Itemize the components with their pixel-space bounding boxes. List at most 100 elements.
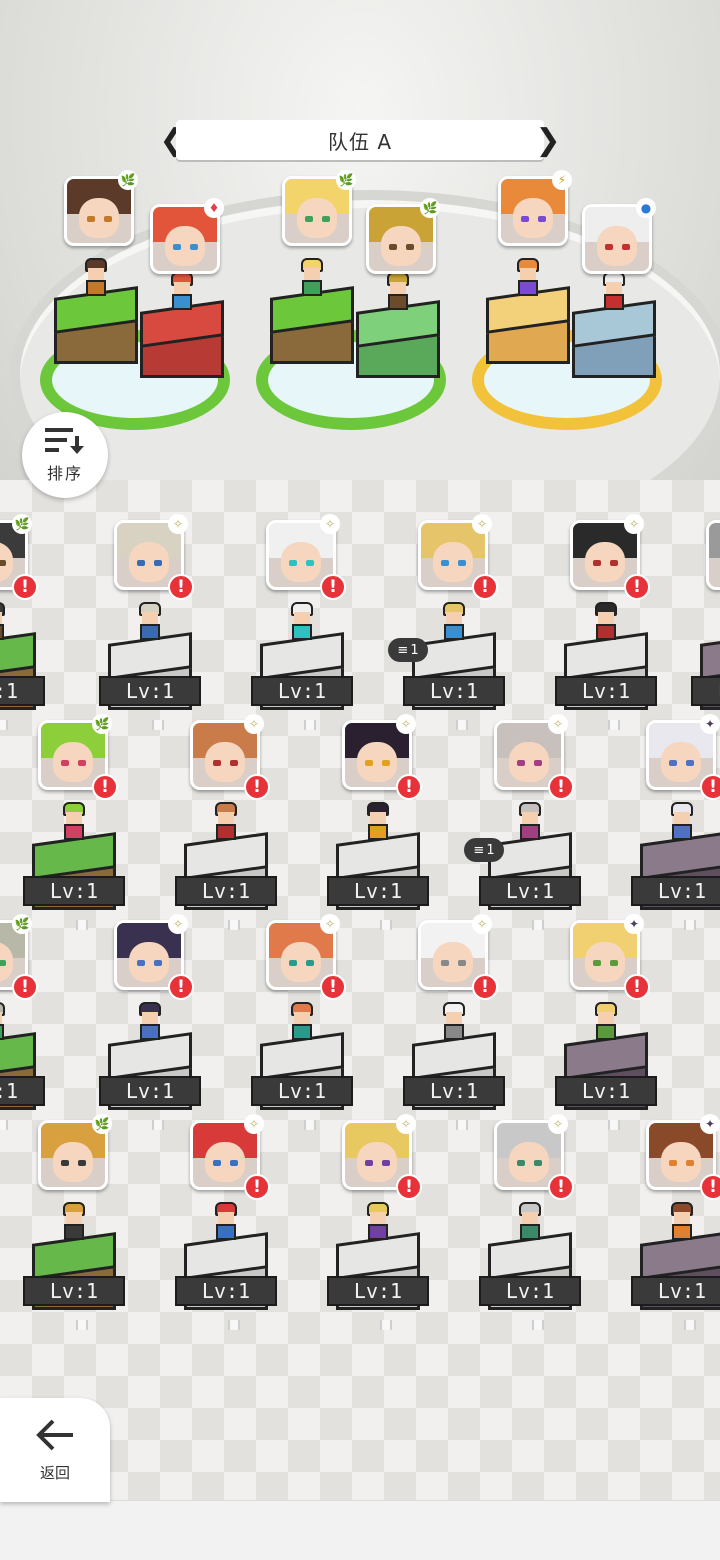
block-top [700,632,720,680]
pedestal-post [76,1320,88,1330]
sprite-face [674,812,690,824]
portrait-face [356,742,398,782]
dark-element-icon: ✦ [624,914,644,934]
portrait-eye-right [104,216,113,223]
sprite-face [520,268,536,280]
level-tag: Lv:1 [23,1276,125,1306]
alert-icon: ! [548,1174,574,1200]
sprite-face [88,268,104,280]
portrait-eye-right [622,244,631,251]
portrait-eye-right [534,760,543,767]
chibi-sprite [0,602,9,642]
leaf-element-icon: 🌿 [118,170,138,190]
sprite-body [368,1224,388,1240]
sprite-body [368,824,388,840]
chibi-sprite [363,1202,393,1242]
alert-icon: ! [244,774,270,800]
pedestal-post [0,720,8,730]
pedestal-post [380,920,392,930]
sprite-face [142,612,158,624]
leaf-element-icon: 🌿 [12,514,32,534]
portrait-eye-left [517,1160,526,1167]
sprite-face [304,268,320,280]
pedestal-post [304,1120,316,1130]
chibi-sprite [591,1002,621,1042]
chibi-sprite [591,602,621,642]
portrait-eye-right [458,960,467,967]
portrait-face [432,942,474,982]
character-portrait[interactable] [706,520,720,590]
sprite-body [520,1224,540,1240]
star-element-icon: ✧ [396,714,416,734]
portrait-eye-left [305,216,314,223]
portrait-eye-right [230,1160,239,1167]
skill-count-badge: ≡ 1 [464,838,504,862]
chibi-sprite [599,272,629,312]
star-element-icon: ✧ [320,514,340,534]
portrait-eye-left [605,244,614,251]
level-tag: Lv:1 [0,676,45,706]
sprite-face [674,1212,690,1224]
portrait-eye-right [0,960,7,967]
arrow-left-icon [36,1419,73,1450]
sprite-face [294,1012,310,1024]
level-tag: Lv:1 [403,676,505,706]
portrait-face [596,226,638,266]
level-tag: Lv:1 [175,1276,277,1306]
star-element-icon: ✧ [548,1114,568,1134]
sprite-face [218,1212,234,1224]
portrait-face [52,742,94,782]
star-element-icon: ✧ [396,1114,416,1134]
pedestal-post [76,920,88,930]
level-tag: Lv:1 [691,676,720,706]
portrait-eye-right [534,1160,543,1167]
chevron-right-icon: ❯ [535,122,561,158]
alert-icon: ! [624,974,650,1000]
sprite-body [64,824,84,840]
level-tag: Lv:1 [251,676,353,706]
portrait-eye-right [458,560,467,567]
chibi-sprite [135,602,165,642]
sprite-face [66,812,82,824]
sprite-body [444,1024,464,1040]
pedestal-post [684,920,696,930]
sprite-face [522,1212,538,1224]
next-team-button[interactable]: ❯ [535,118,561,162]
team-pedestal [356,300,440,378]
skill-count: 1 [410,642,419,658]
chibi-sprite [515,802,545,842]
sort-button[interactable]: 排序 [22,412,108,498]
star-element-icon: ✧ [548,714,568,734]
portrait-face [508,1142,550,1182]
star-element-icon: ✧ [244,714,264,734]
star-element-icon: ✧ [472,914,492,934]
bolt-element-icon: ⚡ [552,170,572,190]
sprite-body [520,824,540,840]
sort-descending-icon [45,428,84,454]
sprite-body [672,824,692,840]
portrait-face [78,198,120,238]
pedestal-post [228,920,240,930]
portrait-face [660,1142,702,1182]
sprite-body [0,1024,4,1040]
portrait-eye-left [517,760,526,767]
sprite-body [596,624,616,640]
chibi-sprite [81,258,111,298]
portrait-face [204,742,246,782]
sprite-body [596,1024,616,1040]
portrait-face [508,742,550,782]
portrait-eye-left [289,960,298,967]
back-button[interactable]: 返回 [0,1398,110,1502]
portrait-eye-right [322,216,331,223]
portrait-eye-right [154,960,163,967]
portrait-hair [709,523,720,559]
portrait-eye-right [190,244,199,251]
portrait-eye-left [61,1160,70,1167]
star-element-icon: ✧ [624,514,644,534]
chibi-sprite [211,802,241,842]
sprite-face [446,1012,462,1024]
team-pedestal [140,300,224,378]
portrait-eye-left [441,560,450,567]
sprite-body [216,824,236,840]
sprite-body [444,624,464,640]
